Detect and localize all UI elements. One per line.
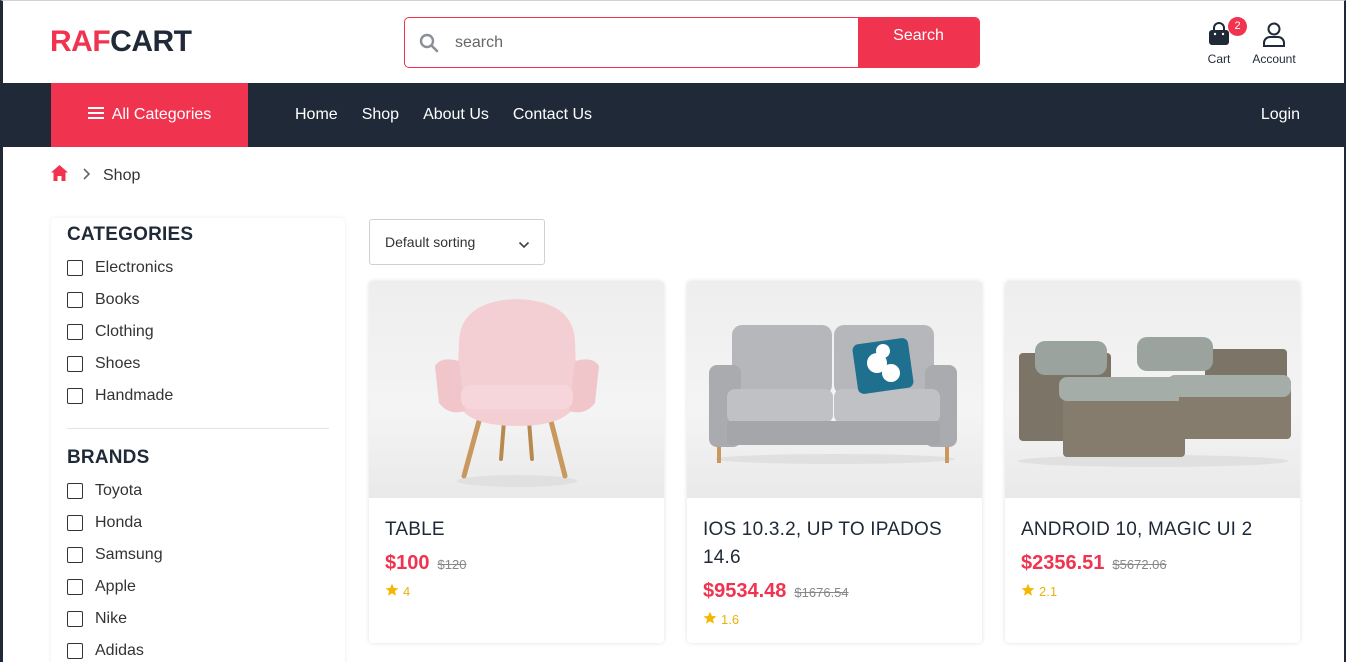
nav-home[interactable]: Home (295, 106, 338, 124)
all-categories-button[interactable]: All Categories (51, 83, 248, 147)
product-price: $9534.48 (703, 580, 787, 602)
breadcrumb-current: Shop (103, 166, 141, 184)
account-link[interactable]: Account (1245, 21, 1303, 66)
category-list: Electronics Books Clothing Shoes Handmad… (67, 252, 329, 412)
categories-heading: CATEGORIES (67, 224, 194, 245)
login-link[interactable]: Login (1261, 83, 1300, 147)
category-item[interactable]: Books (67, 284, 329, 316)
category-item[interactable]: Electronics (67, 252, 329, 284)
product-old-price: $5672.06 (1112, 557, 1167, 572)
site-logo[interactable]: RAFCART (50, 25, 192, 59)
product-old-price: $1676.54 (794, 585, 849, 600)
product-rating: 1.6 (703, 611, 966, 628)
brand-item[interactable]: Honda (67, 507, 329, 539)
checkbox[interactable] (67, 483, 83, 499)
brand-list: Toyota Honda Samsung Apple Nike Adidas (67, 475, 329, 662)
checkbox[interactable] (67, 515, 83, 531)
product-title[interactable]: TABLE (385, 516, 648, 544)
search-icon (405, 18, 453, 67)
product-card[interactable]: TABLE $100 $120 4 (369, 281, 664, 643)
product-card[interactable]: ANDROID 10, MAGIC UI 2 $2356.51 $5672.06… (1005, 281, 1300, 643)
category-item[interactable]: Clothing (67, 316, 329, 348)
sort-selected-value: Default sorting (385, 234, 476, 250)
star-icon (703, 611, 717, 628)
checkbox[interactable] (67, 388, 83, 404)
menu-icon (87, 106, 104, 125)
product-price: $2356.51 (1021, 552, 1105, 574)
product-price: $100 (385, 552, 430, 574)
checkbox[interactable] (67, 643, 83, 659)
nav-links: Home Shop About Us Contact Us (295, 83, 592, 147)
brands-heading: BRANDS (67, 447, 150, 468)
category-item[interactable]: Handmade (67, 380, 329, 412)
product-grid: TABLE $100 $120 4 IOS 10.3.2, UP TO IPAD… (369, 281, 1300, 643)
all-categories-label: All Categories (111, 106, 212, 123)
product-title[interactable]: IOS 10.3.2, UP TO IPADOS 14.6 (703, 516, 966, 572)
checkbox[interactable] (67, 324, 83, 340)
search-input[interactable] (453, 18, 858, 67)
filter-sidebar: CATEGORIES Electronics Books Clothing Sh… (51, 218, 345, 662)
product-card[interactable]: IOS 10.3.2, UP TO IPADOS 14.6 $9534.48 $… (687, 281, 982, 643)
nav-contact-us[interactable]: Contact Us (513, 106, 592, 124)
search-bar: Search (404, 17, 980, 68)
brand-item[interactable]: Apple (67, 571, 329, 603)
cart-link[interactable]: 2 Cart (1200, 17, 1247, 66)
main-nav: All Categories Home Shop About Us Contac… (3, 83, 1344, 147)
checkbox[interactable] (67, 579, 83, 595)
checkbox[interactable] (67, 611, 83, 627)
nav-shop[interactable]: Shop (362, 106, 399, 124)
home-icon[interactable] (50, 164, 69, 187)
brand-item[interactable]: Adidas (67, 635, 329, 662)
product-image-sofa[interactable] (687, 281, 982, 498)
product-image-armchair[interactable] (369, 281, 664, 498)
user-icon (1261, 21, 1287, 50)
checkbox[interactable] (67, 260, 83, 276)
product-rating: 4 (385, 583, 648, 600)
search-button[interactable]: Search (858, 18, 979, 67)
account-label: Account (1252, 52, 1296, 66)
brand-item[interactable]: Toyota (67, 475, 329, 507)
brand-item[interactable]: Samsung (67, 539, 329, 571)
product-old-price: $120 (437, 557, 467, 572)
site-header: RAFCART Search 2 Cart Account (3, 1, 1344, 83)
chevron-down-icon (518, 236, 530, 252)
category-item[interactable]: Shoes (67, 348, 329, 380)
brand-item[interactable]: Nike (67, 603, 329, 635)
nav-about-us[interactable]: About Us (423, 106, 489, 124)
divider (67, 428, 329, 429)
product-image-rattan-set[interactable] (1005, 281, 1300, 498)
checkbox[interactable] (67, 292, 83, 308)
chevron-right-icon (81, 167, 91, 185)
star-icon (385, 583, 399, 600)
breadcrumb: Shop (50, 164, 140, 187)
sort-select[interactable]: Default sorting (369, 219, 545, 265)
shopping-bag-icon: 2 (1206, 17, 1247, 50)
star-icon (1021, 583, 1035, 600)
product-title[interactable]: ANDROID 10, MAGIC UI 2 (1021, 516, 1284, 544)
product-rating: 2.1 (1021, 583, 1284, 600)
cart-label: Cart (1207, 52, 1231, 66)
checkbox[interactable] (67, 356, 83, 372)
checkbox[interactable] (67, 547, 83, 563)
